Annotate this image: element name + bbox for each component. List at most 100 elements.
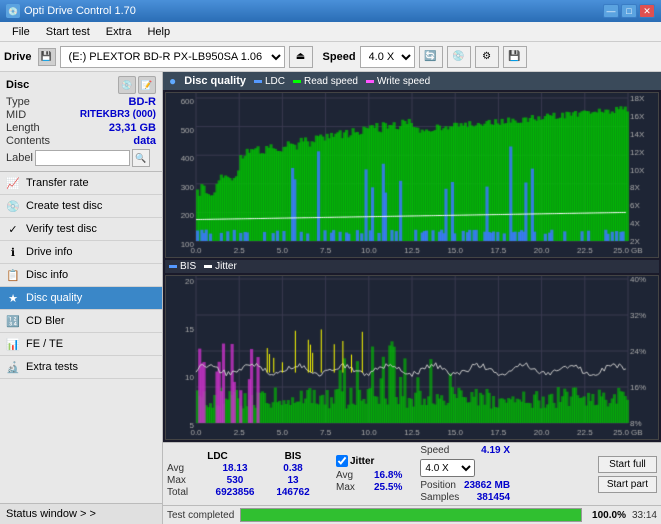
minimize-button[interactable]: — <box>603 4 619 18</box>
transfer-rate-icon: 📈 <box>6 176 20 190</box>
top-chart-canvas <box>166 93 658 257</box>
samples-label: Samples <box>420 492 459 503</box>
bottom-chart-legend: BIS Jitter <box>165 260 659 273</box>
sidebar-item-fe-te[interactable]: 📊 FE / TE <box>0 333 162 356</box>
title-bar: 💿 Opti Drive Control 1.70 — □ ✕ <box>0 0 661 22</box>
disc-button[interactable]: 💿 <box>447 46 471 68</box>
app-title: Opti Drive Control 1.70 <box>24 5 136 17</box>
speed-val: 4.19 X <box>481 445 510 456</box>
disc-title: Disc <box>6 79 29 91</box>
jitter-checkbox[interactable] <box>336 455 348 467</box>
speed-select[interactable]: 4.0 X <box>360 46 415 68</box>
bottom-chart-canvas <box>166 276 658 439</box>
cd-bler-icon: 🔢 <box>6 314 20 328</box>
eject-button[interactable]: ⏏ <box>289 46 313 68</box>
legend-ldc-label: LDC <box>265 76 285 87</box>
legend-read-speed: Read speed <box>293 76 358 87</box>
jitter-avg-label: Avg <box>336 470 366 481</box>
sidebar-item-drive-info[interactable]: ℹ Drive info <box>0 241 162 264</box>
position-val: 23862 MB <box>464 480 510 491</box>
close-button[interactable]: ✕ <box>639 4 655 18</box>
disc-quality-label: Disc quality <box>26 292 82 304</box>
sidebar-item-disc-quality[interactable]: ★ Disc quality <box>0 287 162 310</box>
sidebar-item-extra-tests[interactable]: 🔬 Extra tests <box>0 356 162 379</box>
drive-info-icon: ℹ <box>6 245 20 259</box>
legend-jitter: Jitter <box>204 261 237 272</box>
status-window-button[interactable]: Status window > > <box>0 503 162 524</box>
label-browse-button[interactable]: 🔍 <box>132 149 150 167</box>
disc-info-icon: 📋 <box>6 268 20 282</box>
sidebar-item-transfer-rate[interactable]: 📈 Transfer rate <box>0 172 162 195</box>
refresh-button[interactable]: 🔄 <box>419 46 443 68</box>
drive-icon: 💾 <box>38 48 56 66</box>
drive-select[interactable]: (E:) PLEXTOR BD-R PX-LB950SA 1.06 <box>60 46 285 68</box>
create-test-disc-label: Create test disc <box>26 200 102 212</box>
start-full-button[interactable]: Start full <box>598 456 657 473</box>
sidebar-item-create-test-disc[interactable]: 💿 Create test disc <box>0 195 162 218</box>
progress-bar-area: Test completed 100.0% 33:14 <box>163 505 661 524</box>
app-icon: 💿 <box>6 4 20 18</box>
content-area: ● Disc quality LDC Read speed Write spee… <box>163 72 661 524</box>
max-ldc: 530 <box>210 475 260 486</box>
sidebar-item-verify-test-disc[interactable]: ✓ Verify test disc <box>0 218 162 241</box>
progress-percent: 100.0% <box>588 510 626 521</box>
maximize-button[interactable]: □ <box>621 4 637 18</box>
speed-label: Speed <box>323 51 356 63</box>
create-test-disc-icon: 💿 <box>6 199 20 213</box>
total-ldc: 6923856 <box>210 487 260 498</box>
menu-file[interactable]: File <box>4 24 38 40</box>
disc-panel: Disc 💿 📝 Type BD-R MID RITEKBR3 (000) Le… <box>0 72 162 172</box>
cd-bler-label: CD Bler <box>26 315 65 327</box>
progress-bar-inner <box>241 509 581 521</box>
position-label: Position <box>420 480 456 491</box>
type-label: Type <box>6 96 30 108</box>
menu-extra[interactable]: Extra <box>98 24 140 40</box>
progress-bar-outer <box>240 508 582 522</box>
drive-info-label: Drive info <box>26 246 72 258</box>
stats-jitter: Jitter Avg 16.8% Max 25.5% <box>336 455 402 493</box>
bottom-chart <box>165 275 659 440</box>
settings-button[interactable]: ⚙ <box>475 46 499 68</box>
label-input[interactable] <box>35 150 130 166</box>
extra-tests-icon: 🔬 <box>6 360 20 374</box>
chart-title: Disc quality <box>184 75 246 87</box>
menu-start-test[interactable]: Start test <box>38 24 98 40</box>
disc-icon-2[interactable]: 📝 <box>138 76 156 94</box>
length-value: 23,31 GB <box>109 122 156 134</box>
length-label: Length <box>6 122 40 134</box>
legend-write-speed: Write speed <box>366 76 430 87</box>
main-area: Disc 💿 📝 Type BD-R MID RITEKBR3 (000) Le… <box>0 72 661 524</box>
legend-bis-label: BIS <box>180 261 196 272</box>
verify-test-disc-label: Verify test disc <box>26 223 97 235</box>
bis-header: BIS <box>268 451 318 462</box>
mid-value: RITEKBR3 (000) <box>80 109 156 121</box>
extra-tests-label: Extra tests <box>26 361 78 373</box>
contents-value: data <box>133 135 156 147</box>
toolbar: Drive 💾 (E:) PLEXTOR BD-R PX-LB950SA 1.0… <box>0 42 661 72</box>
menu-bar: File Start test Extra Help <box>0 22 661 42</box>
sidebar-item-cd-bler[interactable]: 🔢 CD Bler <box>0 310 162 333</box>
disc-icon-1[interactable]: 💿 <box>118 76 136 94</box>
save-button[interactable]: 💾 <box>503 46 527 68</box>
speed-select-stats[interactable]: 4.0 X <box>420 459 475 477</box>
avg-label: Avg <box>167 463 202 474</box>
total-bis: 146762 <box>268 487 318 498</box>
jitter-max-label: Max <box>336 482 366 493</box>
max-bis: 13 <box>268 475 318 486</box>
start-part-button[interactable]: Start part <box>598 476 657 493</box>
sidebar-item-disc-info[interactable]: 📋 Disc info <box>0 264 162 287</box>
label-label: Label <box>6 152 33 164</box>
progress-time: 33:14 <box>632 510 657 521</box>
stats-ldc-bis: LDC BIS Avg 18.13 0.38 Max 530 13 Total … <box>167 451 318 498</box>
legend-bis: BIS <box>169 261 196 272</box>
jitter-max: 25.5% <box>374 482 402 493</box>
fe-te-icon: 📊 <box>6 337 20 351</box>
menu-help[interactable]: Help <box>139 24 178 40</box>
disc-info-table: Type BD-R MID RITEKBR3 (000) Length 23,3… <box>6 96 156 167</box>
top-chart <box>165 92 659 258</box>
legend-write-speed-label: Write speed <box>377 76 430 87</box>
avg-bis: 0.38 <box>268 463 318 474</box>
total-label: Total <box>167 487 202 498</box>
fe-te-label: FE / TE <box>26 338 63 350</box>
mid-label: MID <box>6 109 26 121</box>
